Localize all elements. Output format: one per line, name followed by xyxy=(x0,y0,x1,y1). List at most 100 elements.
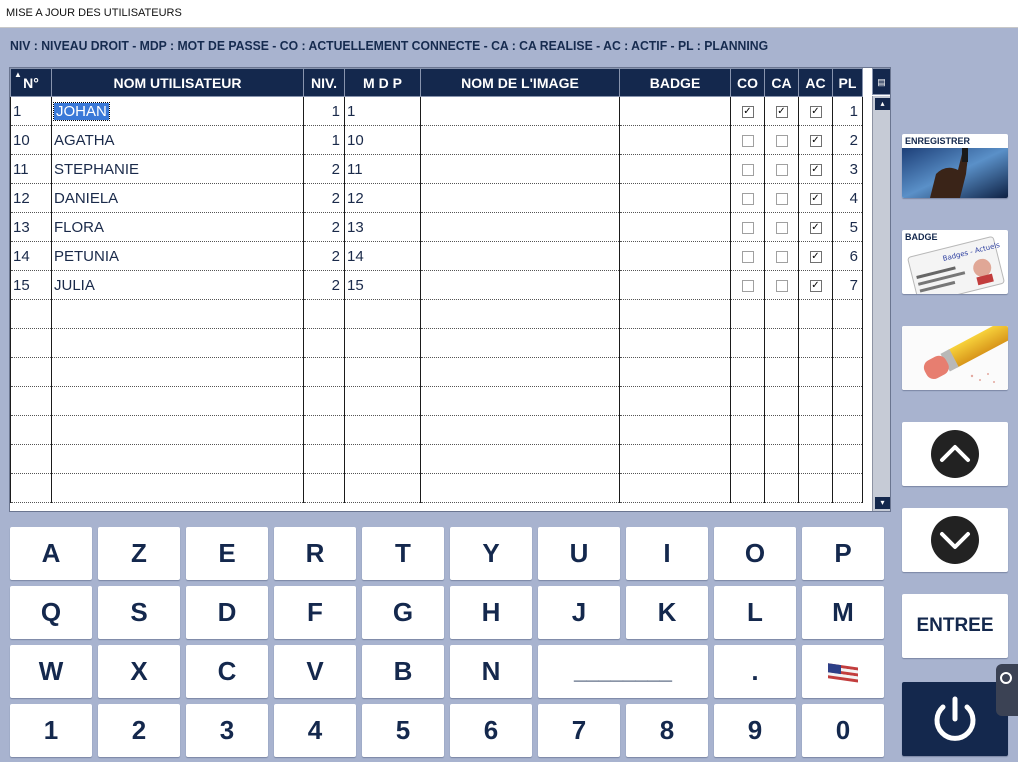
empty-cell[interactable] xyxy=(798,415,833,445)
entree-button[interactable]: ENTREE xyxy=(902,594,1008,658)
key-m[interactable]: M xyxy=(802,586,884,639)
empty-cell[interactable] xyxy=(730,328,765,358)
level-cell[interactable]: 2 xyxy=(303,241,345,271)
column-header[interactable]: NOM UTILISATEUR xyxy=(51,68,304,97)
planning-cell[interactable]: 1 xyxy=(832,96,863,126)
table-row[interactable]: 13 FLORA 2 13 ✓ 5 xyxy=(10,212,863,242)
column-chooser-icon[interactable]: ▤ xyxy=(872,68,890,95)
empty-cell[interactable] xyxy=(619,444,731,474)
scroll-down-icon[interactable]: ▾ xyxy=(875,497,890,509)
revenue-checkbox[interactable] xyxy=(775,163,788,176)
empty-cell[interactable] xyxy=(832,386,863,416)
user-number-cell[interactable]: 15 xyxy=(10,270,52,300)
empty-cell[interactable] xyxy=(10,415,52,445)
key-l[interactable]: L xyxy=(714,586,796,639)
planning-cell[interactable]: 4 xyxy=(832,183,863,213)
empty-cell[interactable] xyxy=(832,357,863,387)
empty-cell[interactable] xyxy=(420,444,620,474)
password-cell[interactable]: 15 xyxy=(344,270,421,300)
empty-cell[interactable] xyxy=(619,328,731,358)
empty-cell[interactable] xyxy=(798,386,833,416)
empty-cell[interactable] xyxy=(798,299,833,329)
empty-cell[interactable] xyxy=(832,415,863,445)
empty-cell[interactable] xyxy=(51,328,304,358)
column-header[interactable]: ▲ N° xyxy=(10,68,52,97)
revenue-checkbox[interactable] xyxy=(775,250,788,263)
key-5[interactable]: 5 xyxy=(362,704,444,757)
key-v[interactable]: V xyxy=(274,645,356,698)
save-button[interactable]: ENREGISTRER xyxy=(902,134,1008,198)
empty-cell[interactable] xyxy=(344,299,421,329)
badge-cell[interactable] xyxy=(619,183,731,213)
image-name-cell[interactable] xyxy=(420,154,620,184)
key-1[interactable]: 1 xyxy=(10,704,92,757)
key-space[interactable]: ________ xyxy=(538,645,708,698)
column-header[interactable]: NIV. xyxy=(303,68,345,97)
empty-cell[interactable] xyxy=(303,473,345,503)
password-cell[interactable]: 1 xyxy=(344,96,421,126)
empty-cell[interactable] xyxy=(420,473,620,503)
empty-cell[interactable] xyxy=(764,357,799,387)
empty-cell[interactable] xyxy=(730,473,765,503)
planning-cell[interactable]: 7 xyxy=(832,270,863,300)
user-number-cell[interactable]: 12 xyxy=(10,183,52,213)
key-4[interactable]: 4 xyxy=(274,704,356,757)
empty-cell[interactable] xyxy=(764,444,799,474)
empty-cell[interactable] xyxy=(730,415,765,445)
empty-cell[interactable] xyxy=(764,473,799,503)
connected-checkbox[interactable] xyxy=(741,192,754,205)
revenue-checkbox[interactable] xyxy=(775,221,788,234)
empty-cell[interactable] xyxy=(730,299,765,329)
empty-cell[interactable] xyxy=(344,415,421,445)
table-row[interactable]: 10 AGATHA 1 10 ✓ 2 xyxy=(10,125,863,155)
user-name-cell[interactable]: FLORA xyxy=(51,212,304,242)
empty-cell[interactable] xyxy=(10,473,52,503)
password-cell[interactable]: 14 xyxy=(344,241,421,271)
badge-cell[interactable] xyxy=(619,241,731,271)
user-number-cell[interactable]: 10 xyxy=(10,125,52,155)
empty-row[interactable] xyxy=(10,444,863,474)
column-header[interactable]: M D P xyxy=(344,68,421,97)
key-o[interactable]: O xyxy=(714,527,796,580)
level-cell[interactable]: 1 xyxy=(303,96,345,126)
empty-cell[interactable] xyxy=(10,357,52,387)
user-name-cell[interactable]: DANIELA xyxy=(51,183,304,213)
active-checkbox[interactable]: ✓ xyxy=(809,192,822,205)
level-cell[interactable]: 2 xyxy=(303,270,345,300)
empty-cell[interactable] xyxy=(798,473,833,503)
connected-checkbox[interactable] xyxy=(741,134,754,147)
empty-cell[interactable] xyxy=(51,386,304,416)
key-h[interactable]: H xyxy=(450,586,532,639)
level-cell[interactable]: 2 xyxy=(303,154,345,184)
badge-button[interactable]: Badges - Actuels BADGE xyxy=(902,230,1008,294)
empty-cell[interactable] xyxy=(10,444,52,474)
revenue-checkbox[interactable] xyxy=(775,192,788,205)
empty-cell[interactable] xyxy=(10,299,52,329)
key-0[interactable]: 0 xyxy=(802,704,884,757)
table-row[interactable]: 1 JOHAN 1 1 ✓ ✓ ✓ 1 xyxy=(10,96,863,126)
key-e[interactable]: E xyxy=(186,527,268,580)
active-checkbox[interactable]: ✓ xyxy=(809,105,822,118)
user-number-cell[interactable]: 13 xyxy=(10,212,52,242)
empty-cell[interactable] xyxy=(51,299,304,329)
password-cell[interactable]: 10 xyxy=(344,125,421,155)
empty-cell[interactable] xyxy=(420,299,620,329)
grid-scrollbar[interactable]: ▴ ▾ xyxy=(872,96,890,511)
password-cell[interactable]: 13 xyxy=(344,212,421,242)
scroll-up-icon[interactable]: ▴ xyxy=(875,98,890,110)
key-x[interactable]: X xyxy=(98,645,180,698)
revenue-checkbox[interactable] xyxy=(775,279,788,292)
empty-row[interactable] xyxy=(10,299,863,329)
empty-cell[interactable] xyxy=(832,473,863,503)
active-checkbox[interactable]: ✓ xyxy=(809,250,822,263)
key-w[interactable]: W xyxy=(10,645,92,698)
empty-cell[interactable] xyxy=(764,415,799,445)
key-6[interactable]: 6 xyxy=(450,704,532,757)
key-8[interactable]: 8 xyxy=(626,704,708,757)
table-row[interactable]: 14 PETUNIA 2 14 ✓ 6 xyxy=(10,241,863,271)
key-z[interactable]: Z xyxy=(98,527,180,580)
empty-cell[interactable] xyxy=(344,386,421,416)
revenue-checkbox[interactable] xyxy=(775,134,788,147)
key-i[interactable]: I xyxy=(626,527,708,580)
image-name-cell[interactable] xyxy=(420,270,620,300)
